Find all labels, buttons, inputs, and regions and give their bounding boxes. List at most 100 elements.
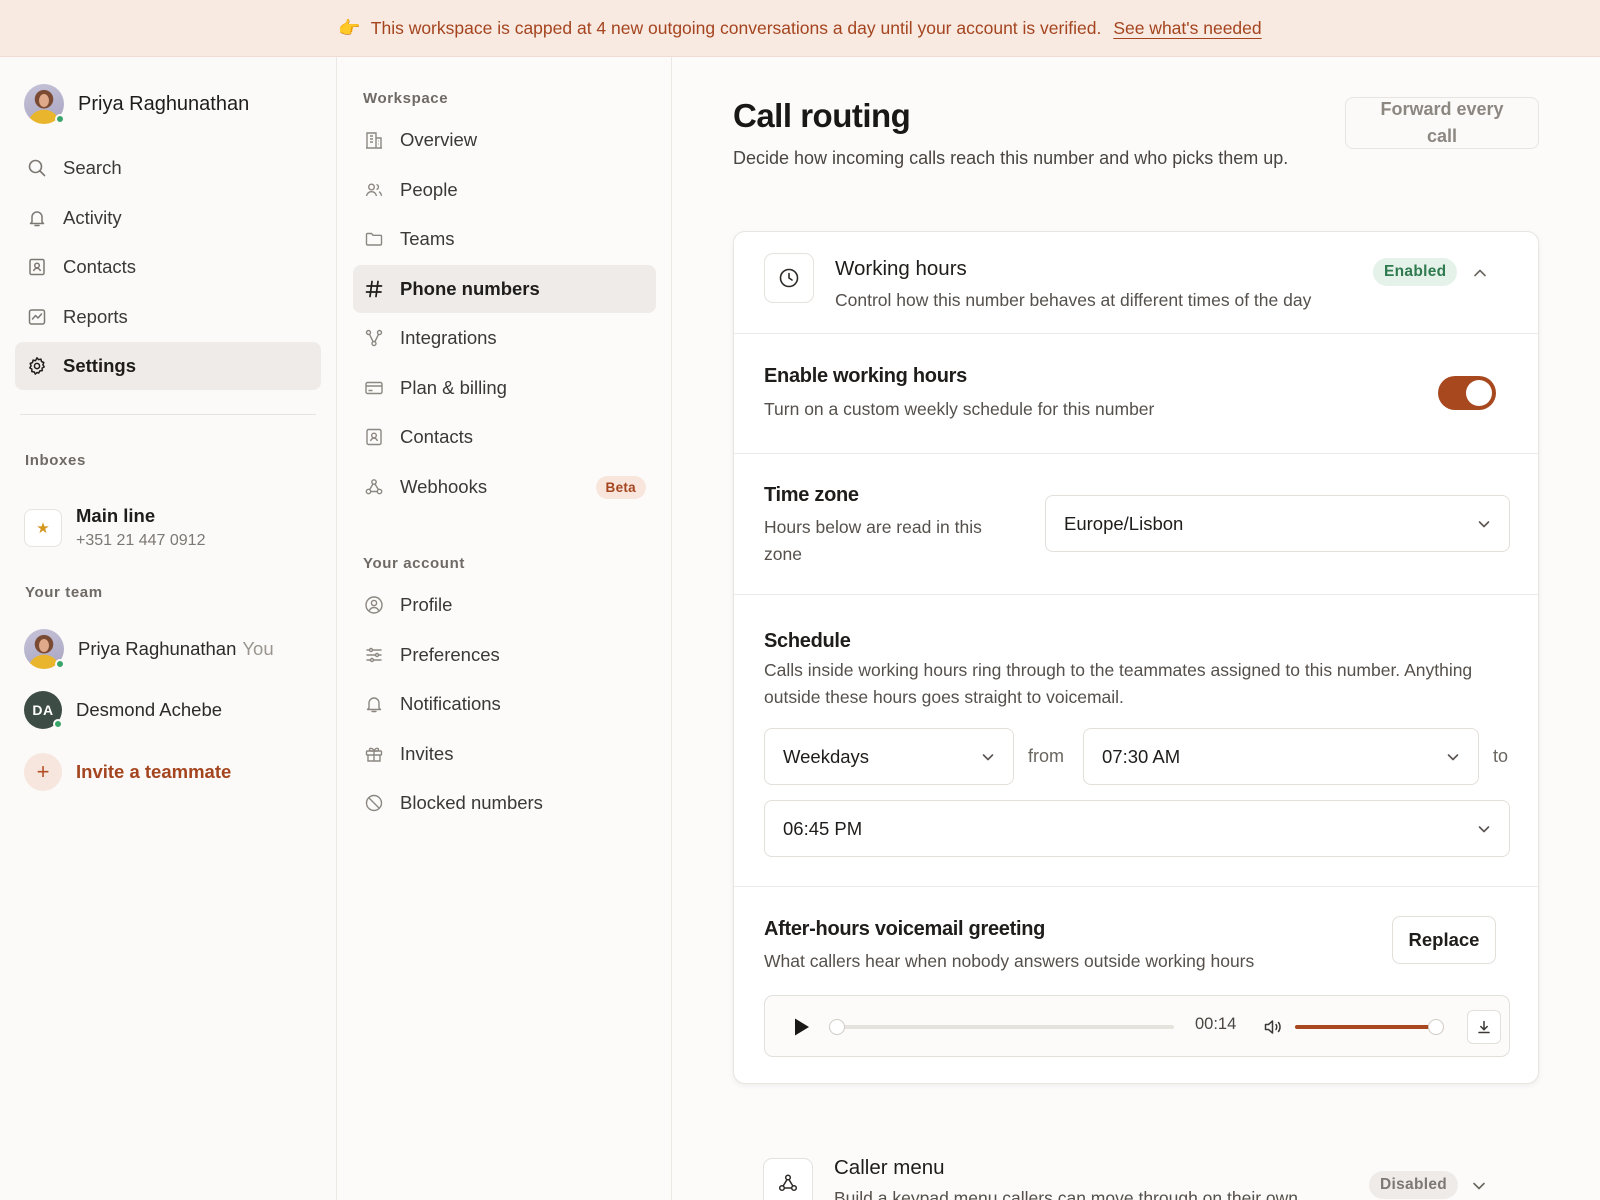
sidebar-item-label: Contacts	[63, 256, 137, 277]
main-content: Call routing Decide how incoming calls r…	[672, 57, 1600, 1200]
sidebar-item-label: Reports	[63, 305, 128, 327]
sidebar-item-reports[interactable]: Reports	[15, 293, 321, 341]
subnav-label: Invites	[400, 742, 454, 764]
working-hours-header[interactable]: Working hours Control how this number be…	[734, 232, 1538, 334]
playback-knob[interactable]	[829, 1019, 845, 1035]
subnav-item-integrations[interactable]: Integrations	[353, 314, 656, 362]
volume-knob[interactable]	[1427, 1019, 1444, 1035]
subnav-item-people[interactable]: People	[353, 166, 656, 214]
chevron-down-icon	[1478, 521, 1490, 528]
subnav-label: Contacts	[400, 426, 474, 447]
status-badge: Enabled	[1373, 258, 1458, 286]
search-icon	[28, 159, 46, 177]
subnav-item-contacts[interactable]: Contacts	[353, 413, 656, 461]
team-member-desmond[interactable]: DA Desmond Achebe	[24, 691, 222, 729]
volume-track[interactable]	[1295, 1019, 1444, 1035]
time-zone-title: Time zone	[764, 484, 859, 506]
schedule-title: Schedule	[764, 630, 851, 652]
inbox-main-line[interactable]: ★ Main line +351 21 447 0912	[24, 505, 205, 550]
credit-card-icon	[365, 381, 383, 394]
subnav-label: Blocked numbers	[400, 792, 543, 813]
chevron-down-icon	[1447, 754, 1459, 761]
caller-menu-icon	[763, 1158, 813, 1200]
volume-fill	[1295, 1025, 1436, 1029]
forward-every-call-button[interactable]: Forward every call	[1345, 97, 1539, 149]
days-select[interactable]: Weekdays	[764, 728, 1014, 785]
verification-banner: 👉 This workspace is capped at 4 new outg…	[0, 0, 1600, 57]
subnav-item-phone-numbers[interactable]: Phone numbers	[353, 264, 656, 313]
replace-button[interactable]: Replace	[1392, 916, 1496, 964]
sidebar: Priya Raghunathan Search Activity Contac…	[0, 57, 337, 1200]
subnav-item-overview[interactable]: Overview	[353, 116, 656, 164]
chevron-up-icon[interactable]	[1469, 262, 1491, 284]
banner-link[interactable]: See what's needed	[1113, 18, 1261, 39]
enable-working-hours-title: Enable working hours	[764, 365, 967, 387]
subnav-label: Phone numbers	[400, 277, 540, 299]
sidebar-nav: Search Activity Contacts Reports Setting…	[15, 144, 321, 392]
account-list: Profile Preferences Notifications Invite…	[353, 581, 656, 829]
invite-teammate-button[interactable]: + Invite a teammate	[24, 753, 231, 791]
to-time-select[interactable]: 06:45 PM	[764, 800, 1510, 857]
subnav-item-notifications[interactable]: Notifications	[353, 680, 656, 728]
voicemail-title: After-hours voicemail greeting	[764, 918, 1046, 940]
chevron-down-icon[interactable]	[1468, 1175, 1490, 1197]
sidebar-divider	[20, 414, 316, 415]
subnav-item-invites[interactable]: Invites	[353, 730, 656, 778]
schedule-subtitle: Calls inside working hours ring through …	[764, 660, 1473, 707]
chevron-down-icon	[1478, 826, 1490, 833]
user-circle-icon	[365, 596, 383, 614]
subnav-item-webhooks[interactable]: Webhooks Beta	[353, 463, 656, 511]
chevron-down-icon	[982, 754, 994, 761]
banner-text: This workspace is capped at 4 new outgoi…	[370, 17, 1102, 38]
contact-card-icon	[366, 428, 382, 446]
avatar: DA	[24, 691, 63, 729]
subnav-item-blocked-numbers[interactable]: Blocked numbers	[353, 779, 656, 827]
time-zone-select[interactable]: Europe/Lisbon	[1045, 495, 1510, 552]
gift-icon	[365, 747, 383, 762]
pointing-hand-icon: 👉	[338, 17, 361, 38]
avatar	[24, 629, 65, 669]
download-icon	[1478, 1020, 1490, 1034]
subnav-label: Preferences	[400, 643, 500, 665]
subnav-item-profile[interactable]: Profile	[353, 581, 656, 629]
play-icon[interactable]	[789, 1015, 813, 1039]
team-member-priya[interactable]: Priya Raghunathan You	[24, 629, 274, 669]
online-indicator	[55, 114, 65, 124]
enable-working-hours-subtitle: Turn on a custom weekly schedule for thi…	[764, 399, 1155, 419]
divider	[734, 594, 1538, 595]
divider	[734, 886, 1538, 887]
member-name: Desmond Achebe	[76, 699, 223, 720]
online-indicator	[53, 719, 63, 729]
subnav-label: Webhooks	[400, 475, 488, 497]
playback-track[interactable]	[829, 1019, 1174, 1035]
subnav-label: Plan & billing	[400, 376, 507, 398]
sidebar-item-activity[interactable]: Activity	[15, 194, 321, 242]
sidebar-item-search[interactable]: Search	[15, 144, 321, 192]
time-zone-subtitle: Hours below are read in this zone	[764, 517, 982, 564]
beta-badge: Beta	[595, 475, 646, 499]
from-time-select[interactable]: 07:30 AM	[1083, 728, 1479, 785]
star-icon: ★	[24, 508, 62, 547]
you-tag: You	[242, 638, 274, 659]
sidebar-item-settings[interactable]: Settings	[15, 342, 321, 390]
working-hours-card: Working hours Control how this number be…	[733, 231, 1539, 1084]
caller-menu-subtitle: Build a keypad menu callers can move thr…	[834, 1188, 1299, 1200]
subnav-item-teams[interactable]: Teams	[353, 215, 656, 263]
subnav-label: Profile	[400, 594, 453, 615]
divider	[734, 453, 1538, 454]
working-hours-toggle[interactable]	[1438, 376, 1496, 410]
audio-player: 00:14	[764, 995, 1510, 1057]
sidebar-item-label: Activity	[63, 206, 122, 228]
member-name: Priya Raghunathan	[78, 638, 237, 659]
user-name: Priya Raghunathan	[78, 92, 250, 115]
volume-icon[interactable]	[1262, 1016, 1284, 1038]
user-header[interactable]: Priya Raghunathan	[24, 84, 249, 124]
status-badge: Disabled	[1369, 1171, 1459, 1199]
download-button[interactable]	[1467, 1010, 1501, 1044]
subnav-item-preferences[interactable]: Preferences	[353, 631, 656, 679]
subnav-item-plan-billing[interactable]: Plan & billing	[353, 364, 656, 412]
plus-icon: +	[24, 753, 62, 791]
bell-icon	[29, 210, 45, 226]
inboxes-heading: Inboxes	[25, 452, 86, 469]
sidebar-item-contacts[interactable]: Contacts	[15, 243, 321, 291]
